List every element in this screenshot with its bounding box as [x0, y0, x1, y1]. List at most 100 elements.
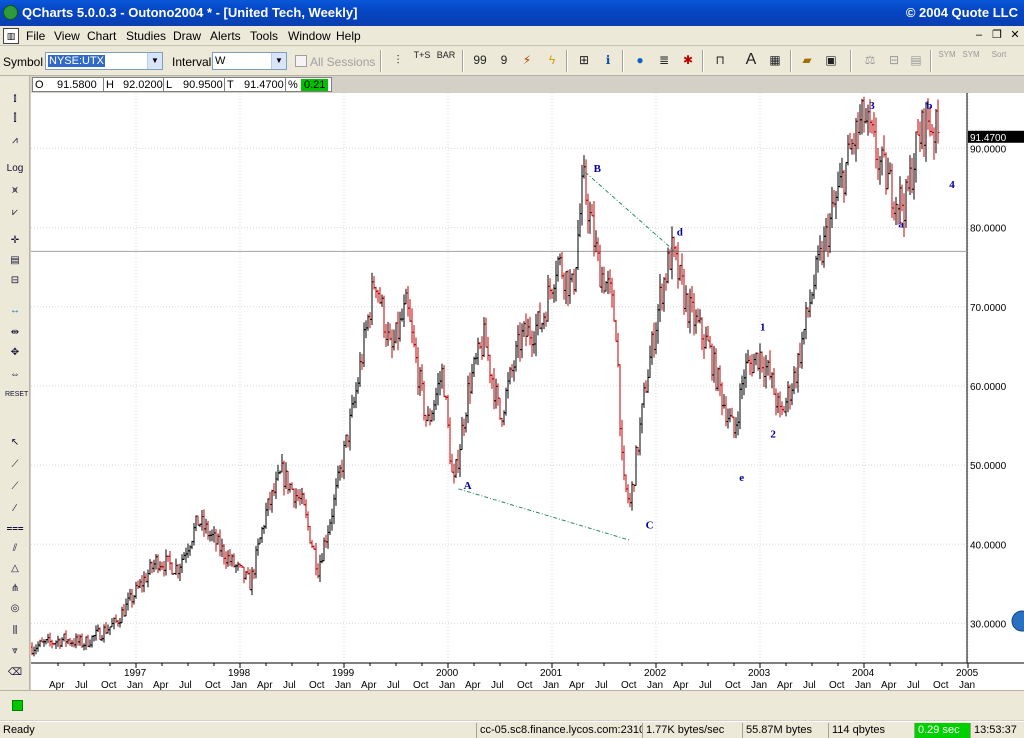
restore-icon[interactable]: ❐ — [990, 29, 1004, 42]
save-icon[interactable]: ▣ — [821, 50, 841, 70]
x-month-label: Jan — [959, 680, 975, 690]
window-title: QCharts 5.0.0.3 - Outono2004 * - [United… — [22, 5, 358, 20]
zoom-horizontal-icon[interactable]: ↔ — [5, 302, 25, 320]
reset-button[interactable]: RESET — [5, 386, 28, 404]
eraser-icon[interactable]: ⌫ — [5, 664, 25, 682]
grid-icon[interactable]: ⊞ — [574, 50, 594, 70]
zoom-in-icon[interactable]: ⇹ — [5, 324, 25, 342]
time-sales-button[interactable]: T+S — [412, 50, 432, 70]
symbol-combo[interactable]: NYSE:UTX ▼ — [45, 52, 163, 70]
globe-icon[interactable]: ● — [630, 50, 650, 70]
menu-alerts[interactable]: Alerts — [210, 29, 241, 43]
scale-icon[interactable]: ⚖ — [860, 50, 880, 70]
properties-icon[interactable]: ▤ — [906, 50, 926, 70]
gann-icon[interactable]: ⋔ — [5, 580, 25, 598]
bar-button[interactable]: BAR — [436, 50, 456, 70]
circle-icon[interactable]: ◎ — [5, 600, 25, 618]
x-year-label: 1997 — [124, 668, 147, 679]
fibonacci-icon[interactable]: ⩶ — [5, 520, 25, 538]
info-icon[interactable]: ℹ — [598, 50, 618, 70]
x-month-label: Oct — [829, 680, 845, 690]
status-time: 13:53:37 — [970, 723, 1024, 738]
close-icon[interactable]: ✕ — [1008, 29, 1022, 42]
speed-line-icon[interactable]: ⩔ — [5, 642, 25, 660]
minimize-icon[interactable]: – — [972, 29, 986, 42]
menu-help[interactable]: Help — [336, 29, 361, 43]
table-grid-icon[interactable]: ▦ — [765, 50, 785, 70]
symbol-button-2[interactable]: SYM — [960, 50, 982, 70]
chart-background — [31, 93, 1024, 690]
symbol-input[interactable]: NYSE:UTX — [48, 55, 106, 67]
move-icon[interactable]: ✥ — [5, 344, 25, 362]
indicator-icon[interactable]: ⩗ — [5, 204, 25, 222]
x-month-label: Jan — [647, 680, 663, 690]
x-month-label: Apr — [673, 680, 689, 690]
percent-label: % — [288, 79, 298, 91]
x-month-label: Oct — [725, 680, 741, 690]
status-bar: Ready cc-05.sc8.finance.lycos.com:2310 1… — [0, 721, 1024, 738]
x-year-label: 2004 — [852, 668, 875, 679]
split-pane-icon[interactable]: ⊟ — [5, 272, 25, 290]
menu-file[interactable]: File — [26, 29, 45, 43]
candle-chart-icon[interactable]: ⫿ — [5, 110, 25, 128]
wave-label-4: 4 — [949, 179, 955, 191]
bar-chart-icon[interactable]: ⫾ — [5, 90, 25, 108]
news-icon[interactable]: ≣ — [654, 50, 674, 70]
interval-input[interactable]: W — [215, 55, 225, 67]
x-year-label: 2005 — [956, 668, 979, 679]
x-month-label: Oct — [101, 680, 117, 690]
symbol-button-1[interactable]: SYM — [936, 50, 958, 70]
nine-icon[interactable]: 9 — [494, 50, 514, 70]
alert-icon[interactable]: ⚡ — [517, 50, 537, 70]
x-month-label: Jul — [75, 680, 88, 690]
quote-icon[interactable]: 99 — [470, 50, 490, 70]
percent-change: 0.21 — [301, 79, 329, 91]
x-month-label: Apr — [49, 680, 65, 690]
menu-tools[interactable]: Tools — [250, 29, 278, 43]
price-chart[interactable]: 30.0000 40.0000 50.0000 60.0000 70.0000 80.00… — [31, 93, 1024, 690]
wave-label-d: d — [677, 227, 683, 239]
line-tool-icon[interactable]: ∕ — [5, 500, 25, 518]
chart-settings-icon[interactable]: ⫶ — [388, 50, 408, 70]
chevron-down-icon[interactable]: ▼ — [271, 53, 286, 69]
interval-combo[interactable]: W ▼ — [212, 52, 287, 70]
document-icon[interactable]: ▥ — [3, 28, 19, 44]
data-window-icon[interactable]: ▤ — [5, 252, 25, 270]
all-sessions-checkbox[interactable] — [295, 55, 307, 67]
triangle-icon[interactable]: △ — [5, 560, 25, 578]
menu-studies[interactable]: Studies — [126, 29, 166, 43]
area-chart-icon[interactable]: ⩙ — [5, 182, 25, 200]
cycle-icon[interactable]: ⫼ — [5, 622, 25, 640]
log-scale-button[interactable]: Log — [5, 160, 25, 178]
x-month-label: Jul — [699, 680, 712, 690]
open-folder-icon[interactable]: ▰ — [797, 50, 817, 70]
menu-window[interactable]: Window — [288, 29, 331, 43]
expand-icon[interactable]: ⇔ — [5, 366, 25, 384]
crosshair-icon[interactable]: ✛ — [5, 232, 25, 250]
font-icon[interactable]: A — [741, 50, 761, 70]
layout-icon[interactable]: ⊟ — [884, 50, 904, 70]
menu-draw[interactable]: Draw — [173, 29, 201, 43]
toolbar-separator — [702, 50, 704, 72]
channel-icon[interactable]: ⫽ — [5, 540, 25, 558]
ohlc-bar: O 91.5800 H 92.0200 L 90.9500 T 91.4700 … — [32, 77, 332, 92]
ray-icon[interactable]: ⟋ — [5, 478, 25, 496]
wave-label-C: C — [646, 519, 654, 531]
trendline-icon[interactable]: ⟋ — [5, 456, 25, 474]
qcharts-app-icon[interactable] — [3, 5, 18, 20]
pointer-icon[interactable]: ↖ — [5, 434, 25, 452]
line-chart-icon[interactable]: ⩘ — [5, 132, 25, 150]
chevron-down-icon[interactable]: ▼ — [147, 53, 162, 69]
toolbar-separator — [380, 50, 382, 72]
wave-label-A: A — [464, 480, 472, 492]
menu-chart[interactable]: Chart — [87, 29, 116, 43]
x-month-label: Jan — [127, 680, 143, 690]
menu-view[interactable]: View — [54, 29, 80, 43]
bug-icon[interactable]: ✱ — [678, 50, 698, 70]
sort-button[interactable]: Sort — [988, 50, 1010, 70]
lightning-icon[interactable]: ϟ — [542, 50, 562, 70]
x-month-label: Jul — [179, 680, 192, 690]
columns-icon[interactable]: ⊓ — [710, 50, 730, 70]
low-value: 90.9500 — [183, 79, 223, 91]
status-latency: 0.29 sec — [914, 723, 970, 738]
